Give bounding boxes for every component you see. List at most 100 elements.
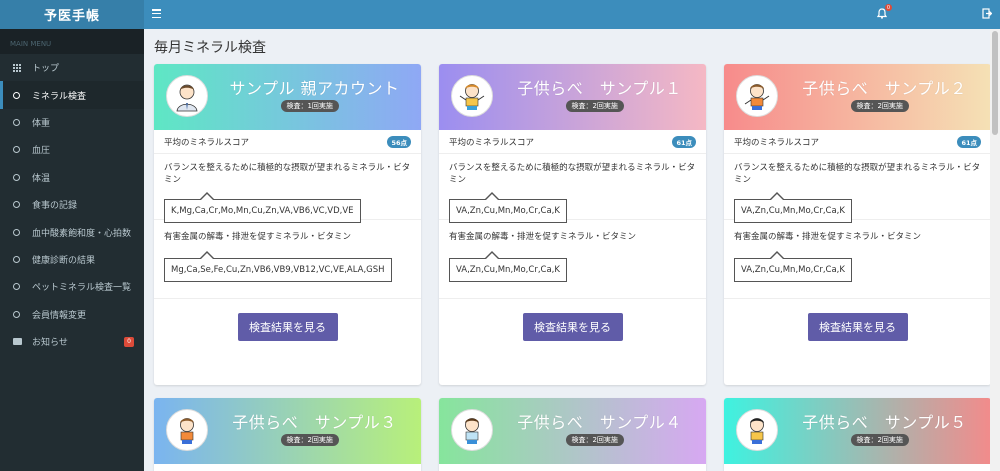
recommend-section: バランスを整えるために積極的な摂取が望まれるミネラル・ビタミン K,Mg,Ca,… [154,154,421,223]
sidebar-item-member-info[interactable]: 会員情報変更 [0,301,144,328]
card-name: 子供らべ サンプル１ [517,79,682,98]
test-count-badge: 検査：2回実施 [850,434,909,446]
sidebar-item-mineral-test[interactable]: ミネラル検査 [0,81,144,109]
button-area: 検査結果を見る [154,299,421,355]
recommend-section: バランスを整えるために積極的な摂取が望まれるミネラル・ビタミン VA,Zn,Cu… [439,154,706,223]
detox-section: 有害金属の解毒・排泄を促すミネラル・ビタミン VA,Zn,Cu,Mn,Mo,Cr… [439,220,706,299]
sidebar-item-top[interactable]: トップ [0,54,144,81]
sidebar-item-label: 食事の記録 [32,201,78,212]
avatar [736,409,778,451]
circle-icon [13,228,27,236]
member-card: サンプル 親アカウント 検査：1回実施 平均のミネラルスコア 56点 バランスを… [154,64,421,385]
score-badge: 56点 [387,135,411,148]
card-name: 子供らべ サンプル４ [517,413,682,432]
sidebar-item-pet-mineral[interactable]: ペットミネラル検査一覧 [0,273,144,300]
sidebar-item-blood-pressure[interactable]: 血圧 [0,136,144,163]
card-header: サンプル 親アカウント 検査：1回実施 [154,64,421,130]
person-icon [176,84,198,112]
circle-icon [13,118,27,126]
score-badge: 61点 [672,135,696,148]
score-label: 平均のミネラルスコア [164,137,250,148]
circle-icon [13,255,27,263]
avatar [736,75,778,117]
sidebar-item-meal-log[interactable]: 食事の記録 [0,191,144,218]
sidebar-item-spo2-heart-rate[interactable]: 血中酸素飽和度・心拍数 [0,218,144,245]
avatar [166,75,208,117]
sidebar-item-label: お知らせ [32,338,68,349]
detox-minerals: VA,Zn,Cu,Mn,Mo,Cr,Ca,K [449,251,567,282]
sidebar-item-label: トップ [32,64,60,75]
page-title: 毎月ミネラル検査 [154,40,266,56]
hamburger-menu-icon[interactable] [152,9,161,18]
card-name: サンプル 親アカウント [229,79,400,98]
detox-label: 有害金属の解毒・排泄を促すミネラル・ビタミン [734,232,922,242]
recommend-label: バランスを整えるために積極的な摂取が望まれるミネラル・ビタミン [449,163,696,185]
card-name: 子供らべ サンプル２ [802,79,967,98]
card-name: 子供らべ サンプル３ [232,413,397,432]
sidebar-item-weight[interactable]: 体重 [0,109,144,136]
vertical-scrollbar[interactable] [990,29,1000,471]
circle-icon [13,173,27,181]
grid-icon [13,63,27,72]
sidebar-item-notices[interactable]: お知らせ 0 [0,328,144,355]
sidebar-item-temperature[interactable]: 体温 [0,164,144,191]
score-label: 平均のミネラルスコア [449,137,535,148]
member-card: 子供らべ サンプル３ 検査：2回実施 [154,398,421,471]
member-card: 子供らべ サンプル１ 検査：2回実施 平均のミネラルスコア 61点 バランスを整… [439,64,706,385]
avatar [166,409,208,451]
test-count-badge: 検査：2回実施 [565,434,624,446]
view-results-button[interactable]: 検査結果を見る [522,313,623,341]
card-header: 子供らべ サンプル４ 検査：2回実施 [439,398,706,464]
top-navbar: 0 [144,0,1000,29]
score-label: 平均のミネラルスコア [734,137,820,148]
test-count-badge: 検査：2回実施 [280,434,339,446]
sidebar-item-health-checkup[interactable]: 健康診断の結果 [0,246,144,273]
circle-icon [13,201,27,209]
sidebar-item-label: 健康診断の結果 [32,255,96,266]
sidebar-item-label: 体温 [32,173,51,184]
child-icon [750,418,764,444]
scrollbar-thumb[interactable] [992,31,998,135]
card-header: 子供らべ サンプル２ 検査：2回実施 [724,64,990,130]
member-card: 子供らべ サンプル５ 検査：2回実施 [724,398,990,471]
test-count-badge: 検査：1回実施 [280,100,339,112]
avatar [451,409,493,451]
member-card: 子供らべ サンプル２ 検査：2回実施 平均のミネラルスコア 61点 バランスを整… [724,64,990,385]
child-icon [465,418,479,444]
card-header: 子供らべ サンプル５ 検査：2回実施 [724,398,990,464]
detox-label: 有害金属の解毒・排泄を促すミネラル・ビタミン [449,232,637,242]
score-row: 平均のミネラルスコア 56点 [154,130,421,154]
sidebar-item-label: ペットミネラル検査一覧 [32,283,132,294]
envelope-icon [13,338,27,346]
view-results-button[interactable]: 検査結果を見る [807,313,908,341]
circle-icon [13,310,27,318]
recommend-section: バランスを整えるために積極的な摂取が望まれるミネラル・ビタミン VA,Zn,Cu… [724,154,990,223]
sidebar-item-label: 会員情報変更 [32,310,87,321]
main-content: 毎月ミネラル検査 サンプル 親アカウント 検査：1回実施 平均のミネラルスコア … [144,29,990,471]
menu-header: MAIN MENU [0,29,144,54]
score-badge: 61点 [957,135,981,148]
circle-icon [13,146,27,154]
child-icon [180,418,194,444]
notice-badge: 0 [124,336,134,347]
sidebar-item-label: 体重 [32,118,51,129]
app-logo[interactable]: 予医手帳 [0,0,144,29]
test-count-badge: 検査：2回実施 [850,100,909,112]
card-name: 子供らべ サンプル５ [802,413,967,432]
detox-section: 有害金属の解毒・排泄を促すミネラル・ビタミン Mg,Ca,Se,Fe,Cu,Zn… [154,220,421,299]
test-count-badge: 検査：2回実施 [565,100,624,112]
logout-icon[interactable] [982,8,992,19]
avatar [451,75,493,117]
sidebar-item-label: 血圧 [32,146,51,157]
card-header: 子供らべ サンプル１ 検査：2回実施 [439,64,706,130]
score-row: 平均のミネラルスコア 61点 [439,130,706,154]
recommend-label: バランスを整えるために積極的な摂取が望まれるミネラル・ビタミン [164,163,411,185]
detox-minerals: VA,Zn,Cu,Mn,Mo,Cr,Ca,K [734,251,852,282]
circle-icon [13,91,27,99]
card-header: 子供らべ サンプル３ 検査：2回実施 [154,398,421,464]
button-area: 検査結果を見る [724,299,990,355]
view-results-button[interactable]: 検査結果を見る [237,313,338,341]
score-row: 平均のミネラルスコア 61点 [724,130,990,154]
detox-minerals: Mg,Ca,Se,Fe,Cu,Zn,VB6,VB9,VB12,VC,VE,ALA… [164,251,392,282]
member-card: 子供らべ サンプル４ 検査：2回実施 [439,398,706,471]
